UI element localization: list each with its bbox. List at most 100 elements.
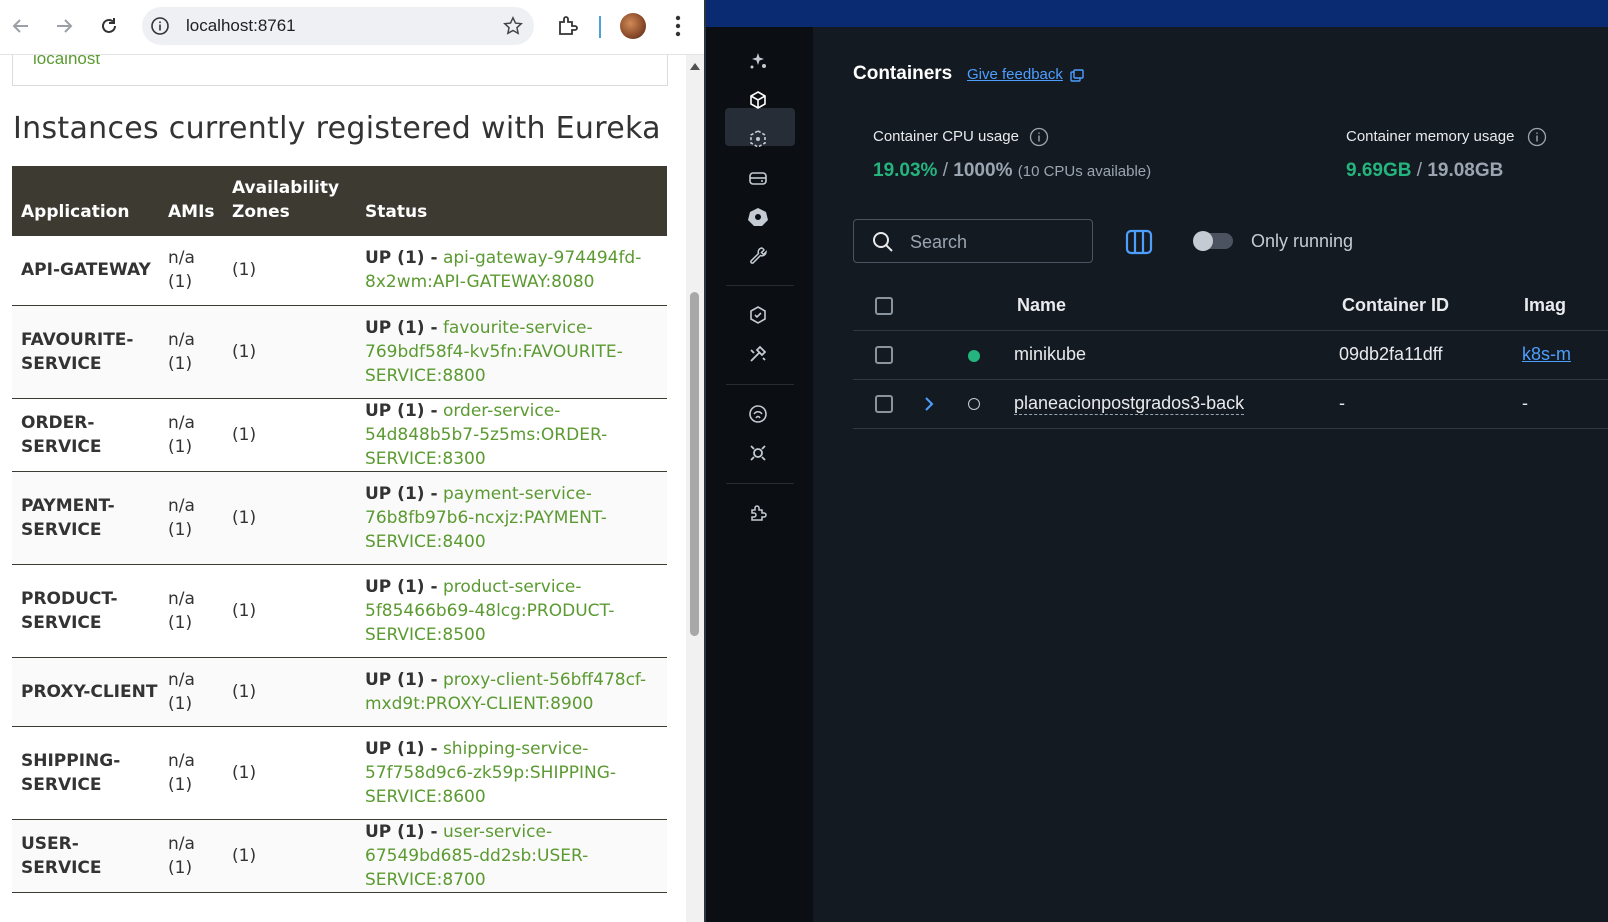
scroll-up-arrow-icon[interactable]	[688, 60, 702, 72]
container-name[interactable]: minikube	[1014, 344, 1086, 365]
availability-zones-value: (1)	[223, 564, 356, 658]
dev-tools-icon[interactable]	[746, 244, 770, 268]
browser-window: localhost:8761 localhost Instances curre…	[0, 0, 704, 922]
column-header-image[interactable]: Imag	[1524, 295, 1566, 316]
status-cell: UP (1) - order-service-54d848b5b7-5z5ms:…	[356, 398, 667, 472]
column-header-label: Availability Zones	[232, 178, 340, 222]
address-bar[interactable]: localhost:8761	[142, 7, 534, 45]
give-feedback-link[interactable]: Give feedback	[967, 66, 1063, 83]
application-name: PROXY-CLIENT	[12, 657, 159, 727]
page-title: Containers	[853, 63, 953, 84]
expand-chevron-icon[interactable]	[923, 396, 935, 412]
url-text[interactable]: localhost:8761	[186, 16, 296, 36]
amis-value: n/a (1)	[159, 726, 223, 820]
cpu-info-icon[interactable]	[1029, 127, 1049, 147]
extensions-icon[interactable]	[556, 14, 580, 38]
container-image-link[interactable]: k8s-m	[1522, 344, 1571, 365]
memory-separator: /	[1416, 160, 1423, 181]
application-name: ORDER-SERVICE	[12, 398, 159, 472]
status-cell: UP (1) - product-service-5f85466b69-48lc…	[356, 564, 667, 658]
site-info-icon[interactable]	[150, 16, 170, 36]
column-header: AMIs	[159, 166, 223, 236]
gordon-icon[interactable]	[746, 49, 770, 73]
toggle-knob	[1193, 231, 1213, 251]
application-name: PAYMENT-SERVICE	[12, 471, 159, 565]
docker-title-bar	[706, 0, 1608, 27]
scout-icon[interactable]	[746, 303, 770, 327]
bookmark-star-icon[interactable]	[502, 15, 524, 37]
memory-info-icon[interactable]	[1527, 127, 1547, 147]
cpu-usage-value: 19.03% / 1000% (10 CPUs available)	[873, 160, 1151, 182]
container-row[interactable]: minikube 09db2fa11dff k8s-m	[853, 331, 1608, 380]
add-extension-icon[interactable]	[746, 501, 770, 525]
kubernetes-icon[interactable]	[746, 205, 770, 229]
status-cell: UP (1) - favourite-service-769bdf58f4-kv…	[356, 305, 667, 399]
back-icon[interactable]	[7, 12, 35, 40]
container-search[interactable]	[853, 219, 1093, 263]
instances-table: Application AMIs Availability Zones Stat…	[12, 166, 667, 893]
docker-sidebar	[706, 27, 813, 922]
container-row[interactable]: planeacionpostgrados3-back - -	[853, 380, 1608, 429]
feedback-icon[interactable]	[1070, 69, 1084, 83]
table-row: USER-SERVICE n/a (1) (1) UP (1) - user-serv…	[12, 819, 667, 893]
status-text: UP (1) -	[365, 576, 438, 597]
scrollbar-thumb[interactable]	[690, 292, 699, 636]
memory-used: 9.69GB	[1346, 160, 1412, 181]
application-name: API-GATEWAY	[12, 236, 159, 306]
table-row: API-GATEWAY n/a (1) (1) UP (1) - api-gatewa…	[12, 236, 667, 306]
status-cell: UP (1) - shipping-service-57f758d9c6-zk5…	[356, 726, 667, 820]
column-header-container-id[interactable]: Container ID	[1342, 295, 1449, 316]
sidebar-divider	[726, 384, 794, 385]
more-menu-icon[interactable]	[668, 13, 688, 39]
amis-value: n/a (1)	[159, 819, 223, 893]
amis-value: n/a (1)	[159, 305, 223, 399]
search-icon	[873, 232, 893, 252]
table-row: ORDER-SERVICE n/a (1) (1) UP (1) - order-se…	[12, 398, 667, 472]
memory-total: 19.08GB	[1427, 160, 1504, 181]
images-icon[interactable]	[746, 127, 770, 151]
forward-icon[interactable]	[50, 12, 78, 40]
row-checkbox[interactable]	[875, 346, 893, 364]
amis-value: n/a (1)	[159, 236, 223, 306]
amis-value: n/a (1)	[159, 398, 223, 472]
search-input[interactable]	[908, 228, 1082, 256]
cpu-usage-label: Container CPU usage	[873, 128, 1019, 145]
table-row: SHIPPING-SERVICE n/a (1) (1) UP (1) - shipp…	[12, 726, 667, 820]
columns-toggle-icon[interactable]	[1124, 227, 1154, 257]
memory-usage-label: Container memory usage	[1346, 128, 1515, 145]
container-image: -	[1522, 393, 1528, 413]
reload-icon[interactable]	[95, 12, 123, 40]
volumes-icon[interactable]	[746, 166, 770, 190]
container-name[interactable]: planeacionpostgrados3-back	[1014, 393, 1245, 415]
status-text: UP (1) -	[365, 738, 438, 759]
page-heading: Instances currently registered with Eure…	[13, 111, 661, 146]
containers-icon[interactable]	[746, 88, 770, 112]
container-id: -	[1339, 393, 1345, 413]
row-checkbox[interactable]	[875, 395, 893, 413]
availability-zones-value: (1)	[223, 398, 356, 472]
profile-avatar[interactable]	[620, 13, 646, 39]
only-running-toggle[interactable]	[1193, 231, 1233, 251]
cpu-note: (10 CPUs available)	[1017, 163, 1152, 180]
cpu-used: 19.03%	[873, 160, 938, 181]
builds-icon[interactable]	[746, 342, 770, 366]
availability-zones-value: (1)	[223, 471, 356, 565]
status-cell: UP (1) - payment-service-76b8fb97b6-ncxj…	[356, 471, 667, 565]
extensions-marketplace-icon[interactable]	[746, 402, 770, 426]
extension-icon[interactable]	[746, 441, 770, 465]
stopped-status-dot	[968, 398, 980, 410]
sidebar-divider	[726, 483, 794, 484]
column-header-name[interactable]: Name	[1017, 295, 1066, 316]
select-all-checkbox[interactable]	[875, 297, 893, 315]
status-text: UP (1) -	[365, 400, 438, 421]
running-status-dot	[968, 350, 980, 362]
column-header: Availability Zones	[223, 166, 356, 236]
eureka-page: localhost Instances currently registered…	[0, 55, 686, 922]
previous-section-panel: localhost	[12, 55, 668, 86]
availability-zones-value: (1)	[223, 305, 356, 399]
availability-zones-value: (1)	[223, 657, 356, 727]
status-text: UP (1) -	[365, 669, 438, 690]
previous-section-text: localhost	[33, 55, 101, 68]
availability-zones-value: (1)	[223, 236, 356, 306]
application-name: FAVOURITE-SERVICE	[12, 305, 159, 399]
